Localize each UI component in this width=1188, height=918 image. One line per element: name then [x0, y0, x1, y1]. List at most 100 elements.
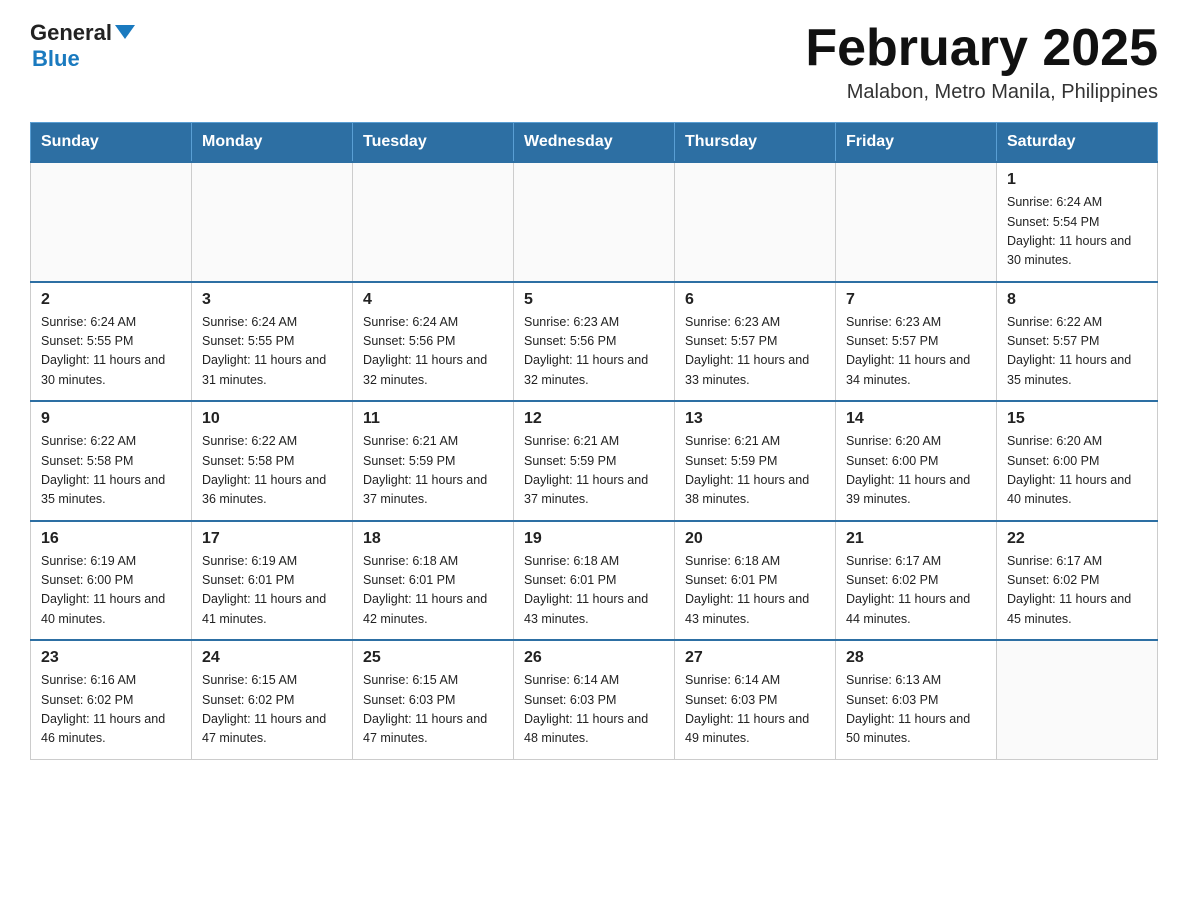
day-number: 17 — [202, 530, 342, 548]
calendar-week-row: 1 Sunrise: 6:24 AM Sunset: 5:54 PM Daylig… — [31, 162, 1158, 282]
day-number: 14 — [846, 410, 986, 428]
calendar-week-row: 23 Sunrise: 6:16 AM Sunset: 6:02 PM Dayli… — [31, 640, 1158, 759]
day-number: 27 — [685, 649, 825, 667]
calendar-cell: 28 Sunrise: 6:13 AM Sunset: 6:03 PM Dayli… — [836, 640, 997, 759]
day-info: Sunrise: 6:24 AM Sunset: 5:55 PM Dayligh… — [41, 313, 181, 391]
calendar-cell: 3 Sunrise: 6:24 AM Sunset: 5:55 PM Daylig… — [192, 282, 353, 402]
day-number: 7 — [846, 291, 986, 309]
calendar-cell: 20 Sunrise: 6:18 AM Sunset: 6:01 PM Dayli… — [675, 521, 836, 641]
day-number: 21 — [846, 530, 986, 548]
day-info: Sunrise: 6:18 AM Sunset: 6:01 PM Dayligh… — [685, 552, 825, 630]
day-number: 22 — [1007, 530, 1147, 548]
location-title: Malabon, Metro Manila, Philippines — [805, 81, 1158, 104]
day-info: Sunrise: 6:16 AM Sunset: 6:02 PM Dayligh… — [41, 671, 181, 749]
calendar-cell: 24 Sunrise: 6:15 AM Sunset: 6:02 PM Dayli… — [192, 640, 353, 759]
calendar-cell: 17Sunrise: 6:19 AM Sunset: 6:01 PM Dayli… — [192, 521, 353, 641]
day-info: Sunrise: 6:21 AM Sunset: 5:59 PM Dayligh… — [363, 432, 503, 510]
calendar-cell: 22 Sunrise: 6:17 AM Sunset: 6:02 PM Dayli… — [997, 521, 1158, 641]
month-title: February 2025 — [805, 20, 1158, 77]
page-header: General Blue February 2025 Malabon, Metr… — [30, 20, 1158, 104]
calendar-cell — [31, 162, 192, 282]
day-number: 1 — [1007, 171, 1147, 189]
day-number: 6 — [685, 291, 825, 309]
logo-general-text: General — [30, 20, 112, 46]
calendar-cell — [675, 162, 836, 282]
day-number: 2 — [41, 291, 181, 309]
day-info: Sunrise: 6:24 AM Sunset: 5:54 PM Dayligh… — [1007, 193, 1147, 271]
day-info: Sunrise: 6:19 AM Sunset: 6:00 PM Dayligh… — [41, 552, 181, 630]
day-number: 4 — [363, 291, 503, 309]
calendar-cell: 13 Sunrise: 6:21 AM Sunset: 5:59 PM Dayli… — [675, 401, 836, 521]
weekday-header-tuesday: Tuesday — [353, 123, 514, 163]
day-info: Sunrise: 6:21 AM Sunset: 5:59 PM Dayligh… — [524, 432, 664, 510]
day-number: 24 — [202, 649, 342, 667]
calendar-cell: 15 Sunrise: 6:20 AM Sunset: 6:00 PM Dayli… — [997, 401, 1158, 521]
day-number: 3 — [202, 291, 342, 309]
title-block: February 2025 Malabon, Metro Manila, Phi… — [805, 20, 1158, 104]
weekday-header-saturday: Saturday — [997, 123, 1158, 163]
calendar-cell: 19Sunrise: 6:18 AM Sunset: 6:01 PM Dayli… — [514, 521, 675, 641]
logo-arrow-icon — [115, 25, 135, 39]
weekday-header-thursday: Thursday — [675, 123, 836, 163]
calendar-cell: 23 Sunrise: 6:16 AM Sunset: 6:02 PM Dayli… — [31, 640, 192, 759]
calendar-cell: 2 Sunrise: 6:24 AM Sunset: 5:55 PM Daylig… — [31, 282, 192, 402]
weekday-header-wednesday: Wednesday — [514, 123, 675, 163]
day-number: 8 — [1007, 291, 1147, 309]
day-info: Sunrise: 6:23 AM Sunset: 5:57 PM Dayligh… — [846, 313, 986, 391]
day-number: 23 — [41, 649, 181, 667]
day-info: Sunrise: 6:15 AM Sunset: 6:02 PM Dayligh… — [202, 671, 342, 749]
day-number: 28 — [846, 649, 986, 667]
calendar-table: SundayMondayTuesdayWednesdayThursdayFrid… — [30, 122, 1158, 760]
calendar-cell: 12 Sunrise: 6:21 AM Sunset: 5:59 PM Dayli… — [514, 401, 675, 521]
day-info: Sunrise: 6:18 AM Sunset: 6:01 PM Dayligh… — [524, 552, 664, 630]
day-info: Sunrise: 6:20 AM Sunset: 6:00 PM Dayligh… — [1007, 432, 1147, 510]
calendar-cell — [997, 640, 1158, 759]
calendar-cell: 27 Sunrise: 6:14 AM Sunset: 6:03 PM Dayli… — [675, 640, 836, 759]
day-info: Sunrise: 6:14 AM Sunset: 6:03 PM Dayligh… — [685, 671, 825, 749]
calendar-cell: 4Sunrise: 6:24 AM Sunset: 5:56 PM Daylig… — [353, 282, 514, 402]
day-info: Sunrise: 6:18 AM Sunset: 6:01 PM Dayligh… — [363, 552, 503, 630]
calendar-week-row: 2 Sunrise: 6:24 AM Sunset: 5:55 PM Daylig… — [31, 282, 1158, 402]
day-info: Sunrise: 6:23 AM Sunset: 5:56 PM Dayligh… — [524, 313, 664, 391]
day-info: Sunrise: 6:17 AM Sunset: 6:02 PM Dayligh… — [1007, 552, 1147, 630]
day-info: Sunrise: 6:22 AM Sunset: 5:57 PM Dayligh… — [1007, 313, 1147, 391]
weekday-header-sunday: Sunday — [31, 123, 192, 163]
weekday-header-monday: Monday — [192, 123, 353, 163]
day-info: Sunrise: 6:22 AM Sunset: 5:58 PM Dayligh… — [202, 432, 342, 510]
day-number: 18 — [363, 530, 503, 548]
day-info: Sunrise: 6:23 AM Sunset: 5:57 PM Dayligh… — [685, 313, 825, 391]
calendar-cell: 16 Sunrise: 6:19 AM Sunset: 6:00 PM Dayli… — [31, 521, 192, 641]
day-number: 20 — [685, 530, 825, 548]
weekday-header-friday: Friday — [836, 123, 997, 163]
day-info: Sunrise: 6:22 AM Sunset: 5:58 PM Dayligh… — [41, 432, 181, 510]
calendar-week-row: 9 Sunrise: 6:22 AM Sunset: 5:58 PM Daylig… — [31, 401, 1158, 521]
day-number: 5 — [524, 291, 664, 309]
calendar-cell: 8 Sunrise: 6:22 AM Sunset: 5:57 PM Daylig… — [997, 282, 1158, 402]
day-number: 12 — [524, 410, 664, 428]
day-number: 13 — [685, 410, 825, 428]
calendar-cell: 7 Sunrise: 6:23 AM Sunset: 5:57 PM Daylig… — [836, 282, 997, 402]
day-number: 25 — [363, 649, 503, 667]
day-number: 11 — [363, 410, 503, 428]
calendar-cell — [192, 162, 353, 282]
day-number: 10 — [202, 410, 342, 428]
logo-blue-text: Blue — [32, 46, 80, 72]
day-info: Sunrise: 6:24 AM Sunset: 5:55 PM Dayligh… — [202, 313, 342, 391]
day-number: 9 — [41, 410, 181, 428]
calendar-cell — [353, 162, 514, 282]
day-number: 15 — [1007, 410, 1147, 428]
calendar-cell: 5 Sunrise: 6:23 AM Sunset: 5:56 PM Daylig… — [514, 282, 675, 402]
calendar-cell: 11 Sunrise: 6:21 AM Sunset: 5:59 PM Dayli… — [353, 401, 514, 521]
calendar-cell: 9 Sunrise: 6:22 AM Sunset: 5:58 PM Daylig… — [31, 401, 192, 521]
day-number: 16 — [41, 530, 181, 548]
logo-text: General — [30, 20, 135, 46]
calendar-header-row: SundayMondayTuesdayWednesdayThursdayFrid… — [31, 123, 1158, 163]
day-info: Sunrise: 6:13 AM Sunset: 6:03 PM Dayligh… — [846, 671, 986, 749]
day-info: Sunrise: 6:17 AM Sunset: 6:02 PM Dayligh… — [846, 552, 986, 630]
calendar-cell: 6 Sunrise: 6:23 AM Sunset: 5:57 PM Daylig… — [675, 282, 836, 402]
calendar-cell: 14Sunrise: 6:20 AM Sunset: 6:00 PM Dayli… — [836, 401, 997, 521]
day-info: Sunrise: 6:21 AM Sunset: 5:59 PM Dayligh… — [685, 432, 825, 510]
day-number: 26 — [524, 649, 664, 667]
calendar-cell: 21 Sunrise: 6:17 AM Sunset: 6:02 PM Dayli… — [836, 521, 997, 641]
calendar-cell — [514, 162, 675, 282]
